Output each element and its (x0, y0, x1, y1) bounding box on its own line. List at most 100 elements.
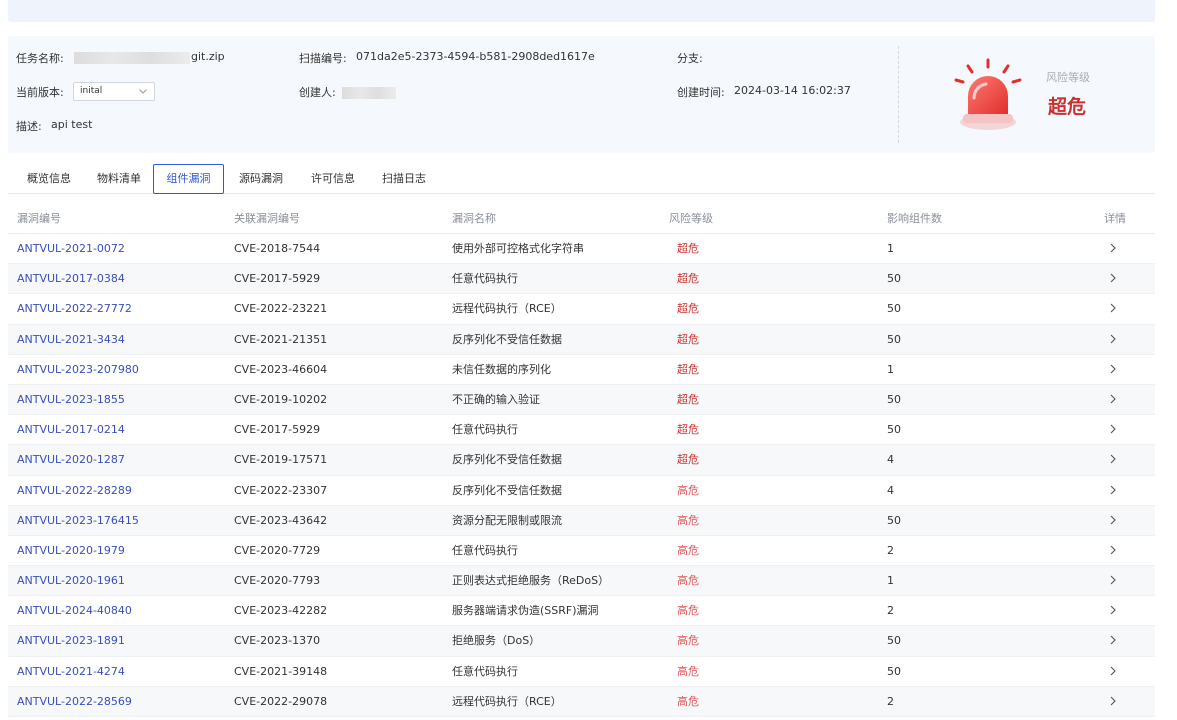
tab-bom[interactable]: 物料清单 (86, 164, 152, 194)
vuln-name: 未信任数据的序列化 (452, 362, 551, 376)
vuln-name: 不正确的输入验证 (452, 392, 540, 406)
vuln-id-link[interactable]: ANTVUL-2023-207980 (17, 355, 139, 384)
table-row[interactable]: ANTVUL-2021-4274 CVE-2021-39148 任意代码执行 高危 50 (8, 657, 1155, 687)
vuln-id-link[interactable]: ANTVUL-2017-0384 (17, 264, 125, 293)
related-cve-id: CVE-2023-42282 (234, 604, 328, 618)
related-cve-id: CVE-2017-5929 (234, 272, 321, 286)
risk-level-badge: 超危 (677, 332, 699, 346)
vuln-id-link[interactable]: ANTVUL-2020-1287 (17, 445, 125, 474)
tab-scan-log[interactable]: 扫描日志 (371, 164, 437, 194)
detail-chevron-icon[interactable] (1107, 445, 1121, 474)
vuln-id-link[interactable]: ANTVUL-2021-0072 (17, 234, 125, 263)
affected-count: 1 (887, 242, 894, 255)
tab-license[interactable]: 许可信息 (300, 164, 366, 194)
detail-chevron-icon[interactable] (1107, 355, 1121, 384)
vuln-id-link[interactable]: ANTVUL-2022-28569 (17, 687, 132, 716)
header-risk-level: 风险等级 (669, 212, 713, 225)
vulnerability-table: 漏洞编号 关联漏洞编号 漏洞名称 风险等级 影响组件数 详情 ANTVUL-20… (8, 204, 1155, 717)
vuln-name: 正则表达式拒绝服务（ReDoS） (452, 574, 610, 588)
vuln-id-link[interactable]: ANTVUL-2024-40840 (17, 596, 132, 625)
vuln-name: 任意代码执行 (452, 423, 518, 437)
table-header: 漏洞编号 关联漏洞编号 漏洞名称 风险等级 影响组件数 详情 (8, 204, 1155, 234)
affected-count: 50 (887, 423, 901, 437)
table-row[interactable]: ANTVUL-2017-0384 CVE-2017-5929 任意代码执行 超危 50 (8, 264, 1155, 295)
related-cve-id: CVE-2022-23221 (234, 302, 328, 316)
detail-chevron-icon[interactable] (1107, 536, 1121, 565)
affected-count: 50 (887, 392, 901, 406)
detail-chevron-icon[interactable] (1107, 264, 1121, 293)
table-row[interactable]: ANTVUL-2022-28289 CVE-2022-23307 反序列化不受信任数… (8, 476, 1155, 506)
affected-count: 2 (887, 604, 894, 618)
table-row[interactable]: ANTVUL-2022-27772 CVE-2022-23221 远程代码执行（RC… (8, 294, 1155, 325)
detail-chevron-icon[interactable] (1107, 687, 1121, 716)
risk-level-badge: 高危 (677, 664, 699, 678)
table-row[interactable]: ANTVUL-2020-1287 CVE-2019-17571 反序列化不受信任数据… (8, 445, 1155, 476)
detail-chevron-icon[interactable] (1107, 325, 1121, 354)
related-cve-id: CVE-2023-46604 (234, 362, 328, 376)
task-name-label: 任务名称: (16, 52, 64, 65)
creator-label: 创建人: (299, 86, 336, 99)
vuln-id-link[interactable]: ANTVUL-2017-0214 (17, 415, 125, 444)
detail-chevron-icon[interactable] (1107, 294, 1121, 323)
table-row[interactable]: ANTVUL-2017-0214 CVE-2017-5929 任意代码执行 超危 50 (8, 415, 1155, 446)
detail-chevron-icon[interactable] (1107, 234, 1121, 263)
detail-chevron-icon[interactable] (1107, 626, 1121, 655)
detail-chevron-icon[interactable] (1107, 657, 1121, 686)
detail-chevron-icon[interactable] (1107, 476, 1121, 505)
vuln-name: 远程代码执行（RCE） (452, 302, 562, 316)
top-banner (8, 0, 1155, 22)
risk-level-badge: 超危 (677, 302, 699, 316)
siren-alarm-icon (954, 58, 1022, 130)
vuln-id-link[interactable]: ANTVUL-2022-27772 (17, 294, 132, 323)
vuln-id-link[interactable]: ANTVUL-2022-28289 (17, 476, 132, 505)
divider (898, 46, 899, 143)
table-row[interactable]: ANTVUL-2023-1855 CVE-2019-10202 不正确的输入验证 超危… (8, 384, 1155, 416)
tab-component-vulns[interactable]: 组件漏洞 (153, 164, 224, 194)
scan-id-label: 扫描编号: (299, 52, 347, 65)
tab-overview[interactable]: 概览信息 (16, 164, 82, 194)
header-detail: 详情 (1104, 212, 1126, 225)
detail-chevron-icon[interactable] (1107, 566, 1121, 595)
version-label: 当前版本: (16, 86, 64, 99)
risk-level-badge: 超危 (677, 362, 699, 376)
vuln-id-link[interactable]: ANTVUL-2021-4274 (17, 657, 125, 686)
vuln-id-link[interactable]: ANTVUL-2023-1855 (17, 385, 125, 414)
risk-level-label: 风险等级 (1046, 71, 1090, 84)
vuln-id-link[interactable]: ANTVUL-2023-176415 (17, 506, 139, 535)
vuln-name: 拒绝服务（DoS） (452, 634, 541, 648)
table-row[interactable]: ANTVUL-2024-40840 CVE-2023-42282 服务器端请求伪造(… (8, 596, 1155, 627)
vuln-id-link[interactable]: ANTVUL-2020-1979 (17, 536, 125, 565)
table-row[interactable]: ANTVUL-2021-0072 CVE-2018-7544 使用外部可控格式化字符… (8, 234, 1155, 265)
header-vuln-name: 漏洞名称 (452, 212, 496, 225)
detail-chevron-icon[interactable] (1107, 506, 1121, 535)
tab-source-vulns[interactable]: 源码漏洞 (228, 164, 294, 194)
vuln-name: 远程代码执行（RCE） (452, 694, 562, 708)
related-cve-id: CVE-2019-17571 (234, 453, 328, 467)
table-row[interactable]: ANTVUL-2023-207980 CVE-2023-46604 未信任数据的序列… (8, 355, 1155, 385)
risk-level-badge: 高危 (677, 634, 699, 648)
affected-count: 2 (887, 543, 894, 557)
vuln-id-link[interactable]: ANTVUL-2023-1891 (17, 626, 125, 655)
detail-chevron-icon[interactable] (1107, 415, 1121, 444)
related-cve-id: CVE-2023-43642 (234, 513, 328, 527)
related-cve-id: CVE-2021-21351 (234, 332, 328, 346)
table-row[interactable]: ANTVUL-2022-28569 CVE-2022-29078 远程代码执行（RC… (8, 686, 1155, 717)
risk-level-badge: 高危 (677, 694, 699, 708)
vuln-id-link[interactable]: ANTVUL-2021-3434 (17, 325, 125, 354)
version-select[interactable]: inital (73, 82, 155, 101)
detail-chevron-icon[interactable] (1107, 596, 1121, 625)
affected-count: 1 (887, 574, 894, 588)
detail-chevron-icon[interactable] (1107, 385, 1121, 414)
affected-count: 50 (887, 332, 901, 346)
table-row[interactable]: ANTVUL-2020-1961 CVE-2020-7793 正则表达式拒绝服务（R… (8, 566, 1155, 597)
vuln-id-link[interactable]: ANTVUL-2020-1961 (17, 566, 125, 595)
related-cve-id: CVE-2019-10202 (234, 392, 328, 406)
risk-level-badge: 超危 (677, 242, 699, 255)
affected-count: 50 (887, 513, 901, 527)
affected-count: 2 (887, 694, 894, 708)
table-body: ANTVUL-2021-0072 CVE-2018-7544 使用外部可控格式化字符… (8, 234, 1155, 717)
table-row[interactable]: ANTVUL-2023-176415 CVE-2023-43642 资源分配无限制或… (8, 505, 1155, 536)
table-row[interactable]: ANTVUL-2021-3434 CVE-2021-21351 反序列化不受信任数据… (8, 324, 1155, 355)
table-row[interactable]: ANTVUL-2020-1979 CVE-2020-7729 任意代码执行 高危 2 (8, 536, 1155, 567)
table-row[interactable]: ANTVUL-2023-1891 CVE-2023-1370 拒绝服务（DoS） 高危… (8, 626, 1155, 657)
